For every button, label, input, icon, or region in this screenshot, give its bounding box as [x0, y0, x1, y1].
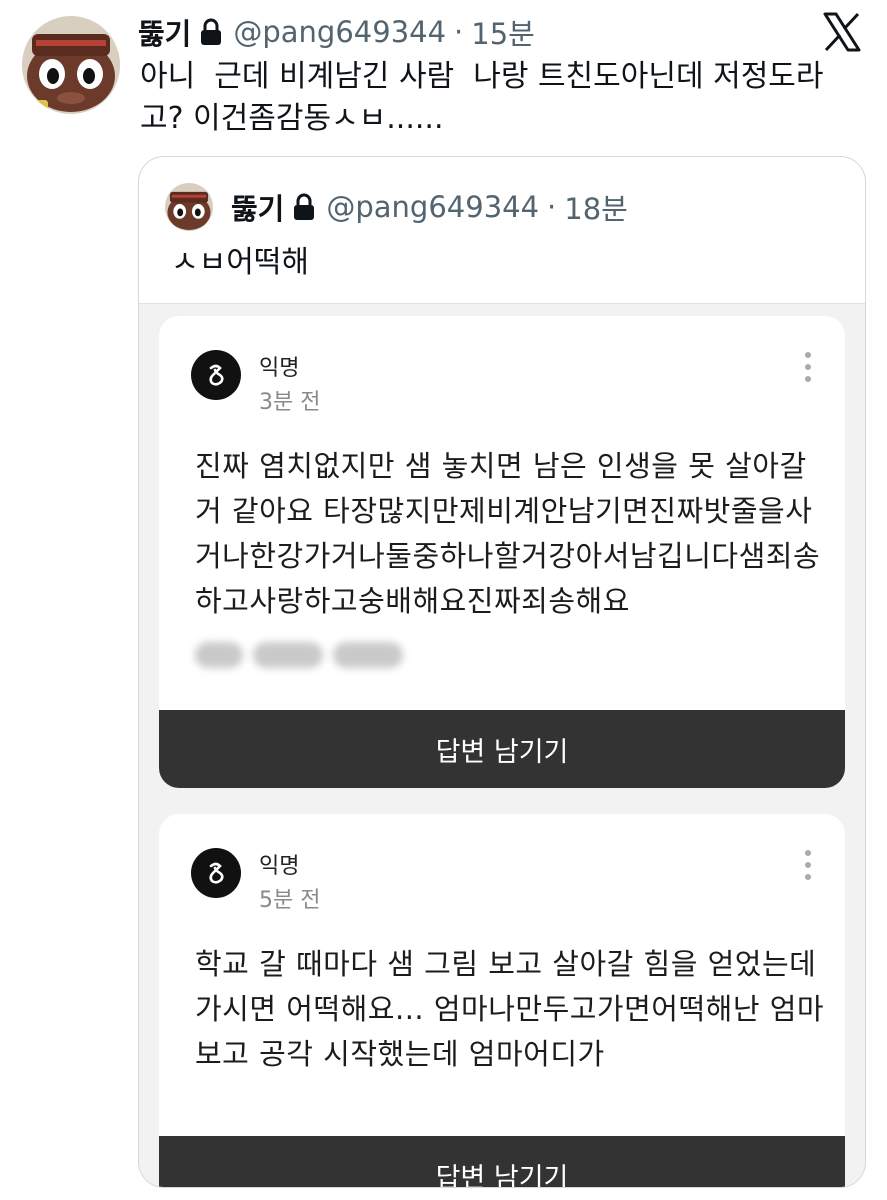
more-vertical-icon[interactable]	[801, 848, 815, 882]
profile-avatar[interactable]	[22, 16, 120, 114]
separator-dot: ·	[547, 190, 557, 224]
question-card: 익명 5분 전 학교 갈 때마다 샘 그림 보고 살아갈 힘을 얻었는데 가시면…	[159, 814, 845, 1187]
tweet-timestamp[interactable]: 15분	[471, 11, 535, 53]
lock-icon	[199, 18, 223, 46]
quoted-avatar[interactable]	[165, 183, 213, 231]
answer-button[interactable]: 답변 남기기	[159, 710, 845, 788]
anonymous-logo-icon	[191, 848, 241, 898]
tweet-text: 아니 근데 비계남긴 사람 나랑 트친도아닌데 저정도라 고? 이건좀감동ㅅㅂ.…	[140, 59, 824, 136]
embedded-screenshot[interactable]: 익명 3분 전 진짜 염치없지만 샘 놓치면 남은 인생을 못 살아갈 거 같아…	[139, 303, 865, 1187]
quoted-text: ㅅㅂ어떡해	[171, 245, 309, 280]
question-card: 익명 3분 전 진짜 염치없지만 샘 놓치면 남은 인생을 못 살아갈 거 같아…	[159, 316, 845, 788]
lock-icon	[292, 193, 316, 221]
quoted-header: 뚫기 @pang649344 · 18분	[231, 187, 628, 227]
card-body: 진짜 염치없지만 샘 놓치면 남은 인생을 못 살아갈 거 같아요 타장많지만제…	[195, 449, 821, 618]
blurred-tags	[195, 642, 403, 668]
tweet-header: 뚫기 @pang649344 · 15분	[138, 12, 535, 52]
x-logo-icon	[822, 12, 862, 52]
separator-dot: ·	[454, 15, 464, 49]
answer-button[interactable]: 답변 남기기	[159, 1136, 845, 1187]
quoted-display-name[interactable]: 뚫기	[231, 186, 284, 228]
quoted-handle[interactable]: @pang649344	[326, 190, 539, 224]
quoted-tweet[interactable]: 뚫기 @pang649344 · 18분 ㅅㅂ어떡해 익명 3분 전 진짜 염치…	[138, 156, 866, 1188]
anonymous-logo-icon	[191, 350, 241, 400]
card-author: 익명	[259, 356, 300, 381]
display-name[interactable]: 뚫기	[138, 11, 191, 53]
more-vertical-icon[interactable]	[801, 350, 815, 384]
handle[interactable]: @pang649344	[233, 15, 446, 49]
card-time: 5분 전	[259, 888, 321, 913]
card-author: 익명	[259, 854, 300, 879]
card-body: 학교 갈 때마다 샘 그림 보고 살아갈 힘을 얻었는데 가시면 어떡해요...…	[195, 947, 825, 1071]
quoted-timestamp[interactable]: 18분	[564, 186, 628, 228]
card-time: 3분 전	[259, 390, 321, 415]
